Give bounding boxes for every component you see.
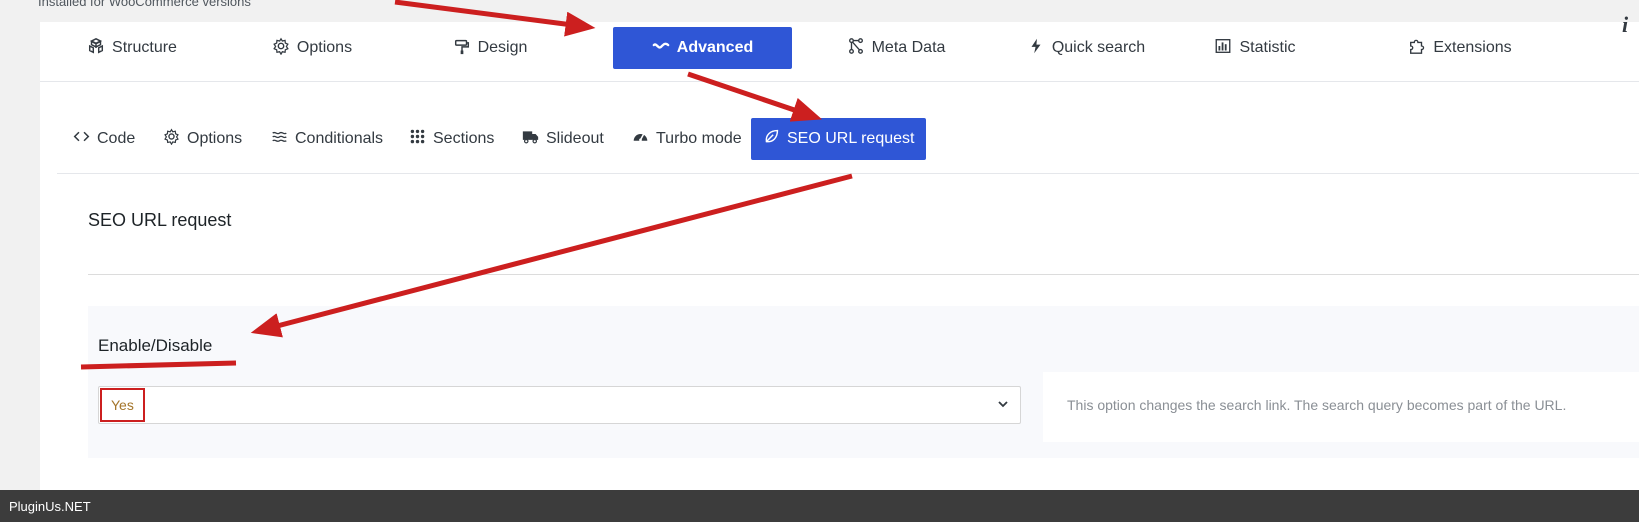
wave-icon bbox=[652, 37, 670, 60]
truck-icon bbox=[522, 128, 539, 150]
subtab-label: Options bbox=[187, 130, 243, 147]
tab-label: Extensions bbox=[1433, 39, 1512, 56]
footer-bar: PluginUs.NET bbox=[0, 490, 1639, 522]
grid-dots-icon bbox=[409, 128, 426, 150]
paint-roller-icon bbox=[453, 37, 471, 60]
help-text: This option changes the search link. The… bbox=[1067, 397, 1567, 413]
tab-quick-search[interactable]: Quick search bbox=[1016, 27, 1156, 69]
subtab-label: Code bbox=[97, 130, 136, 147]
tab-label: Quick search bbox=[1051, 39, 1146, 56]
speedometer-icon bbox=[632, 128, 649, 150]
subtab-sections[interactable]: Sections bbox=[409, 118, 494, 160]
settings-panel: Structure Options Design Advanced Meta D… bbox=[40, 22, 1639, 490]
tab-label: Structure bbox=[112, 39, 177, 56]
subtab-options[interactable]: Options bbox=[163, 118, 242, 160]
subtab-seo-url-request[interactable]: SEO URL request bbox=[751, 118, 927, 160]
tab-extensions[interactable]: Extensions bbox=[1401, 27, 1519, 69]
info-icon[interactable]: i bbox=[1622, 12, 1628, 38]
tab-label: Statistic bbox=[1239, 39, 1296, 56]
sub-tab-bar: Code Options Conditionals Sections Slide… bbox=[57, 118, 1639, 174]
section-title: SEO URL request bbox=[88, 210, 232, 230]
gear-icon bbox=[163, 128, 180, 150]
subtab-turbo-mode[interactable]: Turbo mode bbox=[632, 118, 742, 160]
tab-statistic[interactable]: Statistic bbox=[1205, 27, 1305, 69]
tab-label: Design bbox=[477, 39, 528, 56]
tab-label: Meta Data bbox=[871, 39, 946, 56]
tab-design[interactable]: Design bbox=[440, 27, 540, 69]
subtab-slideout[interactable]: Slideout bbox=[522, 118, 604, 160]
subtab-label: Conditionals bbox=[295, 130, 384, 147]
subtab-label: SEO URL request bbox=[787, 130, 915, 147]
subtab-label: Turbo mode bbox=[656, 130, 742, 147]
cubes-icon bbox=[87, 37, 105, 60]
bolt-icon bbox=[1027, 37, 1045, 60]
tab-label: Advanced bbox=[676, 39, 754, 56]
subtab-label: Sections bbox=[433, 130, 495, 147]
tab-label: Options bbox=[296, 39, 353, 56]
puzzle-icon bbox=[1408, 37, 1426, 60]
nodes-icon bbox=[847, 37, 865, 60]
help-box: This option changes the search link. The… bbox=[1043, 372, 1639, 442]
tab-meta-data[interactable]: Meta Data bbox=[835, 27, 957, 69]
select-value: Yes bbox=[100, 388, 145, 422]
tab-structure[interactable]: Structure bbox=[72, 27, 192, 69]
subtab-conditionals[interactable]: Conditionals bbox=[271, 118, 383, 160]
enable-disable-select[interactable]: Yes bbox=[98, 386, 1021, 424]
main-tab-bar: Structure Options Design Advanced Meta D… bbox=[40, 22, 1639, 82]
bar-chart-icon bbox=[1214, 37, 1232, 60]
subtab-label: Slideout bbox=[546, 130, 604, 147]
section-divider bbox=[88, 274, 1639, 275]
chevron-down-icon bbox=[996, 397, 1010, 411]
tab-advanced[interactable]: Advanced bbox=[613, 27, 792, 69]
footer-brand: PluginUs.NET bbox=[9, 499, 91, 514]
top-strip-text: Installed for WooCommerce versions bbox=[38, 0, 251, 9]
subtab-code[interactable]: Code bbox=[73, 118, 135, 160]
option-row: Enable/Disable Yes This option changes t… bbox=[88, 306, 1639, 458]
water-icon bbox=[271, 128, 288, 150]
tab-options[interactable]: Options bbox=[262, 27, 362, 69]
code-icon bbox=[73, 128, 90, 150]
gear-icon bbox=[272, 37, 290, 60]
leaf-icon bbox=[763, 128, 780, 150]
option-label: Enable/Disable bbox=[98, 336, 213, 355]
